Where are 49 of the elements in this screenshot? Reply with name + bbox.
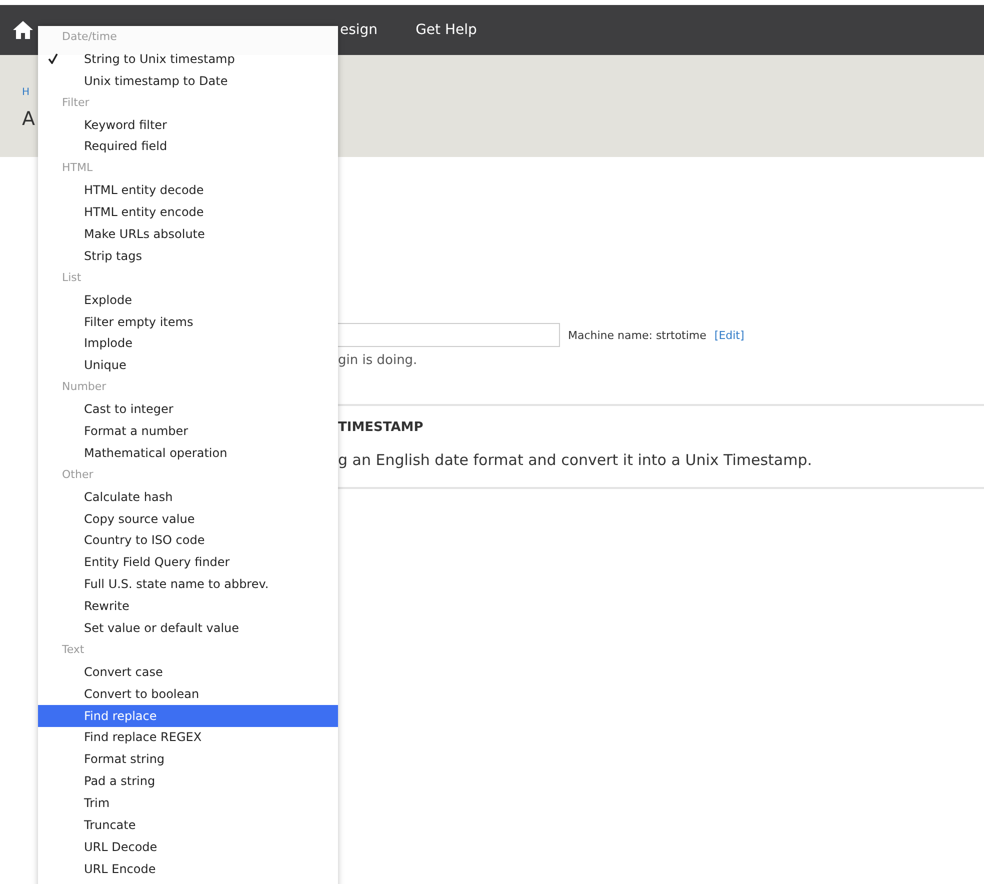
menu-option[interactable]: Strip tags xyxy=(38,244,338,267)
menu-option[interactable]: Filter empty items xyxy=(38,310,338,332)
description-input-field[interactable] xyxy=(338,323,560,347)
page-title: A xyxy=(22,108,35,130)
nav-link[interactable]: esign xyxy=(340,22,378,38)
menu-group-header: Filter xyxy=(61,94,90,111)
machine-name-label: Machine name: strtotime xyxy=(568,328,706,342)
menu-option[interactable]: Trim xyxy=(38,792,338,814)
menu-option[interactable]: Mathematical operation xyxy=(38,442,338,464)
menu-option[interactable]: Cast to integer xyxy=(38,398,338,420)
menu-option[interactable]: Explode xyxy=(38,288,338,311)
menu-option[interactable]: Required field xyxy=(38,135,338,158)
menu-option[interactable]: Calculate hash xyxy=(38,486,338,508)
menu-option[interactable]: Rewrite xyxy=(38,595,338,618)
menu-option[interactable]: Format a number xyxy=(38,420,338,442)
menu-group-header: Other xyxy=(61,466,94,483)
menu-option[interactable]: URL Encode xyxy=(38,858,338,880)
menu-option[interactable]: Full U.S. state name to abbrev. xyxy=(38,573,338,596)
menu-option[interactable]: HTML entity encode xyxy=(38,201,338,224)
menu-option[interactable]: Set value or default value xyxy=(38,617,338,639)
plugin-description: g an English date format and convert it into a Unix Timestamp. xyxy=(338,451,812,469)
menu-option[interactable]: Find replace REGEX xyxy=(38,726,338,748)
menu-option[interactable]: HTML entity decode xyxy=(38,179,338,202)
help-text: gin is doing. xyxy=(338,353,418,368)
menu-option[interactable]: Pad a string xyxy=(38,770,338,792)
menu-option[interactable]: String to Unix timestamp xyxy=(38,48,338,70)
edit-link[interactable]: [Edit] xyxy=(714,328,744,342)
plugin-title: TIMESTAMP xyxy=(338,420,424,435)
menu-group-header: List xyxy=(61,270,82,286)
nav-link[interactable]: Get Help xyxy=(416,22,477,38)
menu-option[interactable]: Keyword filter xyxy=(38,114,338,136)
menu-option[interactable]: Country to ISO code xyxy=(38,529,338,552)
menu-group-header: HTML xyxy=(61,160,93,176)
menu-option[interactable]: Unix timestamp to Date xyxy=(38,70,338,92)
menu-option[interactable]: Convert case xyxy=(38,660,338,683)
menu-option[interactable]: Format string xyxy=(38,748,338,770)
menu-option[interactable]: Convert to boolean xyxy=(38,682,338,705)
menu-option[interactable]: Entity Field Query finder xyxy=(38,551,338,574)
menu-group-header: Date/time xyxy=(61,29,117,45)
menu-option[interactable]: Make URLs absolute xyxy=(38,223,338,245)
menu-option[interactable]: Find replace xyxy=(38,704,338,726)
menu-option[interactable]: Truncate xyxy=(38,814,338,836)
menu-option[interactable]: Implode xyxy=(38,332,338,354)
home-icon[interactable] xyxy=(12,20,34,40)
menu-option[interactable]: Unique xyxy=(38,354,338,376)
menu-option[interactable]: URL Decode xyxy=(38,836,338,858)
menu-option[interactable]: Copy source value xyxy=(38,508,338,530)
menu-group-header: Number xyxy=(61,379,106,396)
menu-group-header: Text xyxy=(61,642,84,658)
